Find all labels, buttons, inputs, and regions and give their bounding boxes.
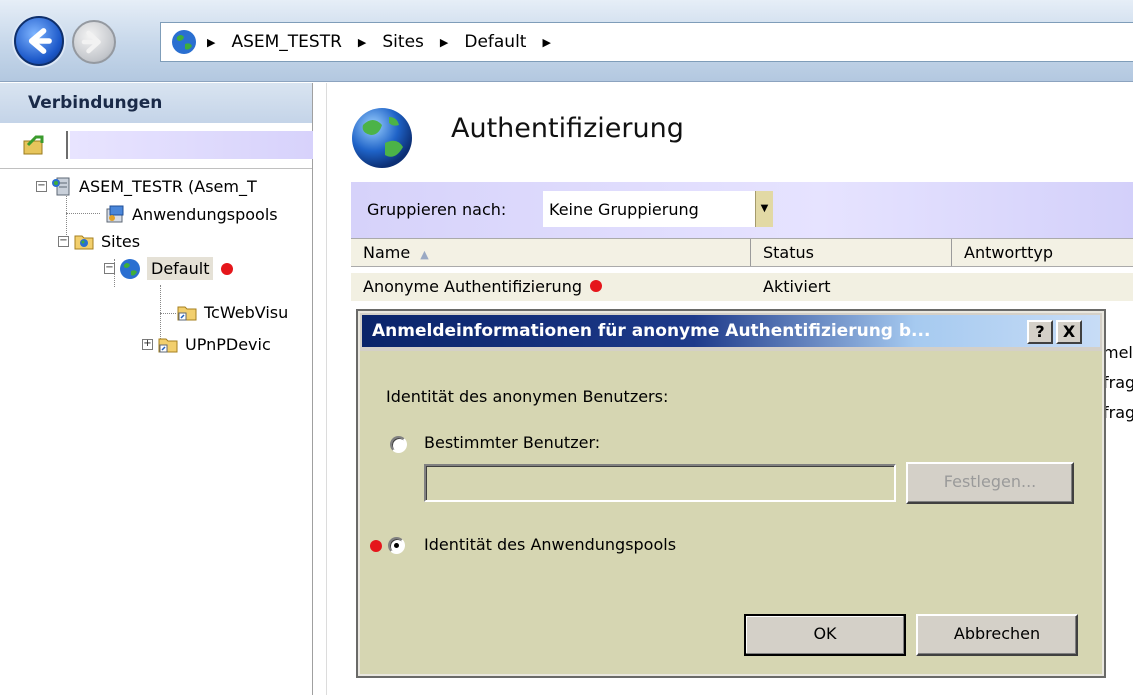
sites-folder-icon bbox=[74, 235, 94, 250]
address-toolbar: ▶ ASEM_TESTR ▶ Sites ▶ Default ▶ bbox=[0, 0, 1133, 82]
table-row[interactable]: Anonyme Authentifizierung Aktiviert bbox=[351, 273, 1133, 301]
tree-item-app-pools[interactable]: Anwendungspools bbox=[104, 203, 278, 225]
cancel-button[interactable]: Abbrechen bbox=[916, 614, 1078, 656]
chevron-right-icon[interactable]: ▶ bbox=[542, 36, 550, 49]
collapse-icon[interactable]: − bbox=[104, 263, 115, 274]
ok-button[interactable]: OK bbox=[744, 614, 906, 656]
connect-icon[interactable] bbox=[22, 133, 46, 157]
toolbar-strip bbox=[70, 131, 313, 159]
server-icon bbox=[52, 177, 70, 196]
breadcrumb-default[interactable]: Default bbox=[464, 32, 526, 52]
chevron-right-icon: ▶ bbox=[207, 35, 216, 49]
dialog-title-bar[interactable]: Anmeldeinformationen für anonyme Authent… bbox=[362, 315, 1100, 347]
chevron-right-icon[interactable]: ▶ bbox=[358, 36, 366, 49]
group-by-label: Gruppieren nach: bbox=[367, 200, 507, 219]
column-header-name[interactable]: Name ▲ bbox=[351, 239, 751, 266]
table-header: Name ▲ Status Antworttyp bbox=[351, 238, 1133, 267]
app-pools-icon bbox=[106, 205, 124, 223]
address-bar[interactable]: ▶ ASEM_TESTR ▶ Sites ▶ Default ▶ bbox=[160, 22, 1133, 62]
tree-item-label: ASEM_TESTR (Asem_T bbox=[79, 176, 257, 196]
breadcrumb-sites[interactable]: Sites bbox=[382, 32, 424, 52]
toolbar-separator bbox=[66, 131, 68, 159]
set-button: Festlegen... bbox=[906, 462, 1074, 504]
tree-line bbox=[66, 213, 100, 214]
expand-icon[interactable]: + bbox=[142, 338, 153, 350]
column-header-response-type[interactable]: Antworttyp bbox=[952, 239, 1133, 266]
obscured-row-text: mel bbox=[1103, 343, 1133, 362]
connections-header: Verbindungen bbox=[0, 83, 312, 123]
obscured-row-text: frag bbox=[1103, 373, 1133, 392]
specific-user-field bbox=[424, 464, 896, 502]
collapse-icon[interactable]: − bbox=[58, 235, 69, 247]
arrow-right-icon bbox=[81, 30, 101, 54]
marker-dot bbox=[589, 280, 602, 292]
dialog-body: Identität des anonymen Benutzers: Bestim… bbox=[360, 351, 1102, 674]
app-folder-icon bbox=[177, 306, 197, 321]
cell-name: Anonyme Authentifizierung bbox=[351, 273, 751, 301]
tree-item-tcwebvisu[interactable]: TcWebVisu bbox=[176, 301, 288, 323]
tree-item-sites[interactable]: − Sites bbox=[58, 230, 140, 252]
tree-item-upnpdevic[interactable]: + UPnPDevic bbox=[142, 333, 271, 355]
globe-icon bbox=[120, 258, 140, 279]
chevron-right-icon[interactable]: ▶ bbox=[440, 36, 448, 49]
tree-item-server[interactable]: − ASEM_TESTR (Asem_T bbox=[36, 175, 257, 197]
connections-panel: Verbindungen − ASEM_TESTR (Asem_T Anwend… bbox=[0, 83, 313, 695]
forward-button[interactable] bbox=[72, 20, 116, 64]
tree-line bbox=[160, 313, 176, 314]
marker-dot bbox=[221, 262, 234, 275]
specific-user-radio[interactable] bbox=[390, 436, 407, 453]
tree-item-label: UPnPDevic bbox=[185, 334, 271, 354]
anonymous-auth-credentials-dialog: Anmeldeinformationen für anonyme Authent… bbox=[356, 309, 1106, 678]
identity-label: Identität des anonymen Benutzers: bbox=[386, 387, 669, 406]
group-by-bar: Gruppieren nach: Keine Gruppierung ▼ bbox=[351, 182, 1133, 238]
app-pool-identity-label[interactable]: Identität des Anwendungspools bbox=[424, 535, 676, 554]
breadcrumb-server[interactable]: ASEM_TESTR bbox=[231, 32, 341, 52]
tree-item-label: TcWebVisu bbox=[204, 302, 289, 322]
back-button[interactable] bbox=[14, 16, 64, 66]
dialog-title: Anmeldeinformationen für anonyme Authent… bbox=[372, 321, 931, 341]
cell-status: Aktiviert bbox=[763, 277, 831, 296]
specific-user-label[interactable]: Bestimmter Benutzer: bbox=[424, 433, 600, 452]
tree-item-label: Sites bbox=[101, 231, 141, 251]
globe-icon bbox=[172, 30, 196, 54]
app-pool-identity-radio[interactable] bbox=[388, 537, 405, 554]
app-folder-icon bbox=[158, 338, 178, 353]
sort-ascending-icon: ▲ bbox=[420, 248, 429, 261]
dropdown-arrow-icon[interactable]: ▼ bbox=[755, 191, 773, 227]
connections-toolbar bbox=[0, 123, 313, 169]
collapse-icon[interactable]: − bbox=[36, 180, 47, 192]
column-header-status[interactable]: Status bbox=[751, 239, 952, 266]
radio-selected-dot bbox=[394, 543, 399, 548]
obscured-row-text: frag bbox=[1103, 403, 1133, 422]
group-by-select[interactable]: Keine Gruppierung bbox=[543, 191, 755, 227]
tree-item-default[interactable]: − Default bbox=[104, 257, 234, 280]
tree-item-label: Default bbox=[147, 257, 214, 280]
page-title: Authentifizierung bbox=[451, 113, 684, 144]
tree-item-label: Anwendungspools bbox=[132, 204, 278, 224]
globe-icon bbox=[352, 108, 412, 168]
close-button[interactable]: X bbox=[1056, 320, 1082, 344]
marker-dot bbox=[370, 540, 382, 552]
arrow-left-icon bbox=[28, 28, 52, 54]
group-by-value: Keine Gruppierung bbox=[549, 199, 699, 219]
help-button[interactable]: ? bbox=[1027, 320, 1053, 344]
